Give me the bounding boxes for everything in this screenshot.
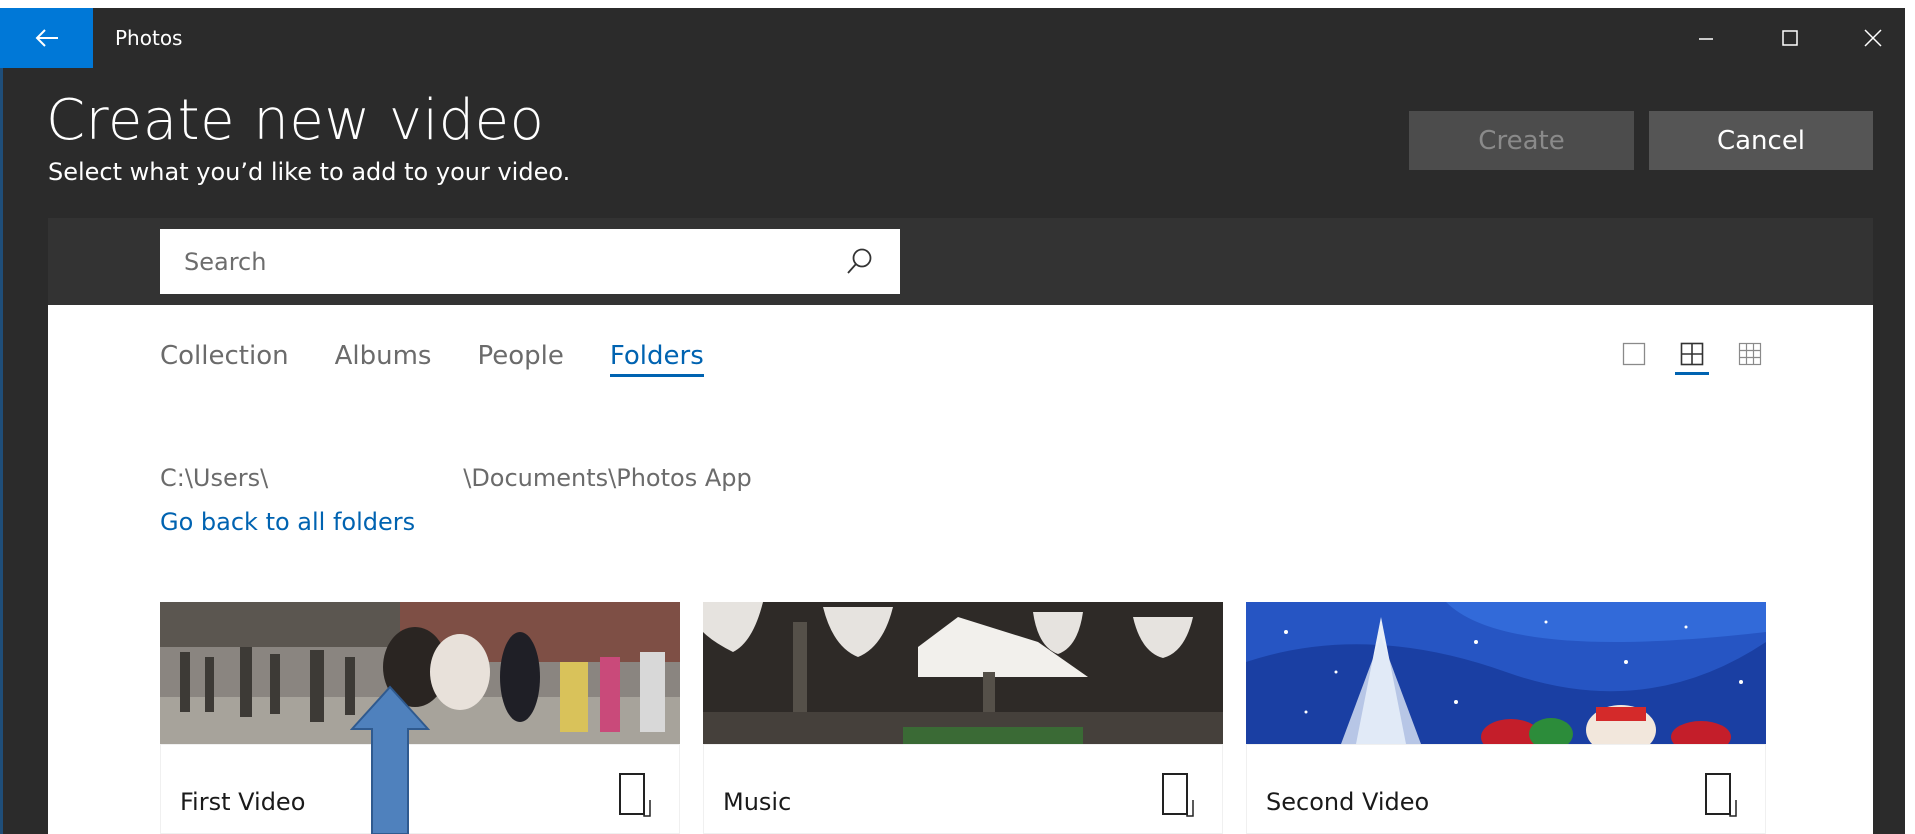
- back-button[interactable]: [0, 8, 93, 68]
- page-title: Create new video: [46, 88, 545, 153]
- tab-people[interactable]: People: [477, 341, 563, 377]
- folder-footer: Music: [703, 744, 1223, 834]
- tab-albums[interactable]: Albums: [335, 341, 432, 377]
- folder-thumbnail: [1246, 602, 1766, 744]
- search-box: [160, 229, 900, 294]
- title-bar: Photos: [0, 8, 1905, 68]
- photos-window: Photos Create new video Select what you’…: [0, 8, 1905, 834]
- grid-9-view-icon: [1738, 342, 1762, 366]
- create-button[interactable]: Create: [1409, 111, 1634, 170]
- maximize-icon: [1782, 30, 1798, 46]
- app-title: Photos: [115, 26, 183, 50]
- search-input[interactable]: [182, 246, 826, 277]
- tab-folders[interactable]: Folders: [609, 341, 704, 377]
- cancel-button[interactable]: Cancel: [1649, 111, 1873, 170]
- folder-name: Music: [723, 788, 792, 816]
- window-left-edge: [0, 8, 3, 834]
- single-view-button[interactable]: [1616, 342, 1652, 386]
- folder-path-suffix: \Documents\Photos App: [463, 464, 752, 492]
- tab-collection[interactable]: Collection: [160, 341, 289, 377]
- minimize-button[interactable]: [1673, 8, 1739, 68]
- page-subtitle: Select what you’d like to add to your vi…: [48, 158, 571, 186]
- active-view-indicator: [1675, 372, 1709, 375]
- up-arrow-annotation: [350, 685, 430, 834]
- folder-icon: [1162, 773, 1194, 817]
- close-icon: [1864, 29, 1882, 47]
- back-to-folders-link[interactable]: Go back to all folders: [160, 508, 415, 536]
- folder-icon: [1705, 773, 1737, 817]
- minimize-icon: [1699, 38, 1713, 40]
- screenshot-frame: Photos Create new video Select what you’…: [0, 0, 1915, 834]
- single-view-icon: [1622, 342, 1646, 366]
- media-picker-panel: Collection Albums People Folders C:\User…: [48, 218, 1873, 834]
- maximize-button[interactable]: [1757, 8, 1823, 68]
- folder-footer: Second Video: [1246, 744, 1766, 834]
- folder-path: C:\Users\ \Documents\Photos App: [160, 464, 752, 492]
- arrow-left-icon: [35, 29, 58, 47]
- folder-name: Second Video: [1266, 788, 1430, 816]
- folder-card-music[interactable]: Music: [703, 602, 1223, 834]
- grid-4-view-button[interactable]: [1674, 342, 1710, 386]
- search-icon[interactable]: [844, 246, 874, 276]
- folder-icon: [619, 773, 651, 817]
- folder-thumbnail: [703, 602, 1223, 744]
- view-size-toggles: [1616, 342, 1790, 386]
- folder-card-second-video[interactable]: Second Video: [1246, 602, 1766, 834]
- grid-9-view-button[interactable]: [1732, 342, 1768, 386]
- source-tabs: Collection Albums People Folders: [160, 341, 750, 377]
- search-strip: [48, 218, 1873, 305]
- folder-name: First Video: [180, 788, 306, 816]
- close-button[interactable]: [1840, 8, 1906, 68]
- grid-4-view-icon: [1680, 342, 1704, 366]
- folder-path-prefix: C:\Users\: [160, 464, 269, 492]
